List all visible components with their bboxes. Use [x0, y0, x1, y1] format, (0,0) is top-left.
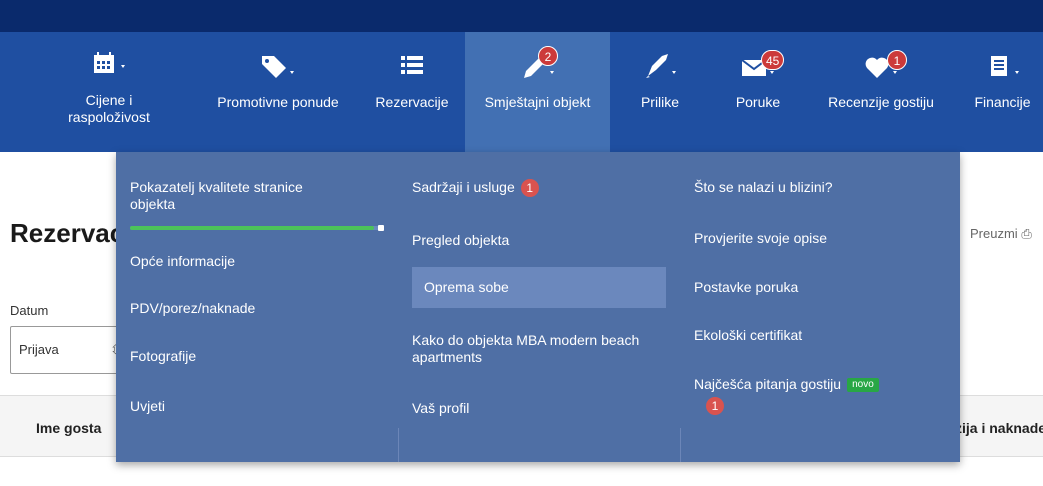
property-dropdown-menu: Pokazatelj kvalitete stranice objekta Op…	[116, 152, 960, 462]
menu-item-room-equipment[interactable]: Oprema sobe	[412, 267, 666, 308]
column-header-guest: Ime gosta	[36, 420, 102, 436]
menu-column-1: Pokazatelj kvalitete stranice objekta Op…	[116, 152, 398, 462]
main-navbar: Cijene i raspoloživost Promotivne ponude…	[0, 32, 1043, 152]
menu-item-directions[interactable]: Kako do objekta MBA modern beach apartme…	[412, 332, 642, 366]
page-title: Rezervaci	[10, 218, 132, 248]
calendar-icon	[94, 52, 125, 73]
column-header-fees: zija i naknade	[955, 420, 1043, 436]
chevron-down-icon	[672, 71, 676, 74]
menu-item-message-settings[interactable]: Postavke poruka	[694, 279, 944, 296]
menu-item-faq[interactable]: Najčešća pitanja gostiju novo 1	[694, 376, 934, 415]
tag-icon	[262, 56, 294, 78]
menu-item-general-info[interactable]: Opće informacije	[130, 253, 380, 270]
download-link[interactable]: Preuzmi ⎙	[970, 226, 1032, 242]
quality-progress-bar	[130, 225, 384, 231]
nav-label: Cijene i raspoloživost	[68, 92, 150, 125]
progress-knob	[378, 225, 384, 231]
menu-column-2: Sadržaji i usluge 1 Pregled objekta Oprem…	[398, 152, 680, 462]
chevron-down-icon	[549, 71, 554, 74]
date-filter-label: Datum	[10, 303, 49, 318]
menu-column-3: Što se nalazi u blizini? Provjerite svoj…	[680, 152, 960, 462]
nav-label: Prilike	[640, 94, 680, 110]
menu-item-quality[interactable]: Pokazatelj kvalitete stranice objekta	[130, 179, 330, 213]
menu-item-terms[interactable]: Uvjeti	[130, 398, 380, 415]
notification-badge: 45	[761, 50, 785, 70]
notification-badge: 1	[520, 179, 539, 198]
nav-item-smjestajni-objekt[interactable]: 2 Smještajni objekt	[465, 32, 610, 152]
chevron-down-icon	[121, 65, 125, 68]
list-icon	[401, 56, 423, 74]
menu-item-photos[interactable]: Fotografije	[130, 348, 380, 365]
nav-item-promotivne[interactable]: Promotivne ponude	[200, 32, 356, 152]
notification-badge: 2	[538, 46, 558, 66]
menu-item-descriptions[interactable]: Provjerite svoje opise	[694, 230, 944, 247]
document-icon	[990, 56, 1019, 76]
nav-label: Poruke	[735, 94, 781, 110]
top-strip	[0, 0, 1043, 32]
nav-item-prilike[interactable]: Prilike	[620, 32, 700, 152]
menu-item-vat[interactable]: PDV/porez/naknade	[130, 300, 380, 317]
chevron-down-icon	[770, 71, 774, 74]
nav-item-cijene[interactable]: Cijene i raspoloživost	[44, 32, 174, 152]
menu-item-amenities[interactable]: Sadržaji i usluge 1	[412, 179, 662, 198]
nav-label: Recenzije gostiju	[828, 94, 934, 110]
notification-badge: 1	[887, 50, 907, 70]
printer-icon: ⎙	[1021, 226, 1032, 241]
date-type-select[interactable]: Prijava ⇳	[10, 326, 130, 374]
chevron-down-icon	[1014, 71, 1019, 74]
new-tag: novo	[847, 378, 879, 393]
nav-label: Smještajni objekt	[484, 94, 591, 110]
menu-item-nearby[interactable]: Što se nalazi u blizini?	[694, 179, 944, 196]
menu-item-overview[interactable]: Pregled objekta	[412, 232, 662, 249]
progress-fill	[130, 226, 375, 230]
chevron-down-icon	[290, 71, 294, 74]
menu-item-profile[interactable]: Vaš profil	[412, 400, 662, 417]
nav-label: Promotivne ponude	[217, 94, 339, 110]
chevron-down-icon	[893, 71, 897, 74]
nav-item-financije[interactable]: Financije	[962, 32, 1043, 152]
nav-item-recenzije[interactable]: 1 Recenzije gostiju	[815, 32, 947, 152]
menu-item-eco-certificate[interactable]: Ekološki certifikat	[694, 327, 944, 344]
rocket-icon	[646, 54, 676, 78]
nav-item-poruke[interactable]: 45 Poruke	[714, 32, 802, 152]
nav-label: Rezervacije	[375, 94, 449, 110]
notification-badge: 1	[706, 397, 724, 415]
nav-item-rezervacije[interactable]: Rezervacije	[366, 32, 458, 152]
nav-label: Financije	[974, 94, 1031, 110]
